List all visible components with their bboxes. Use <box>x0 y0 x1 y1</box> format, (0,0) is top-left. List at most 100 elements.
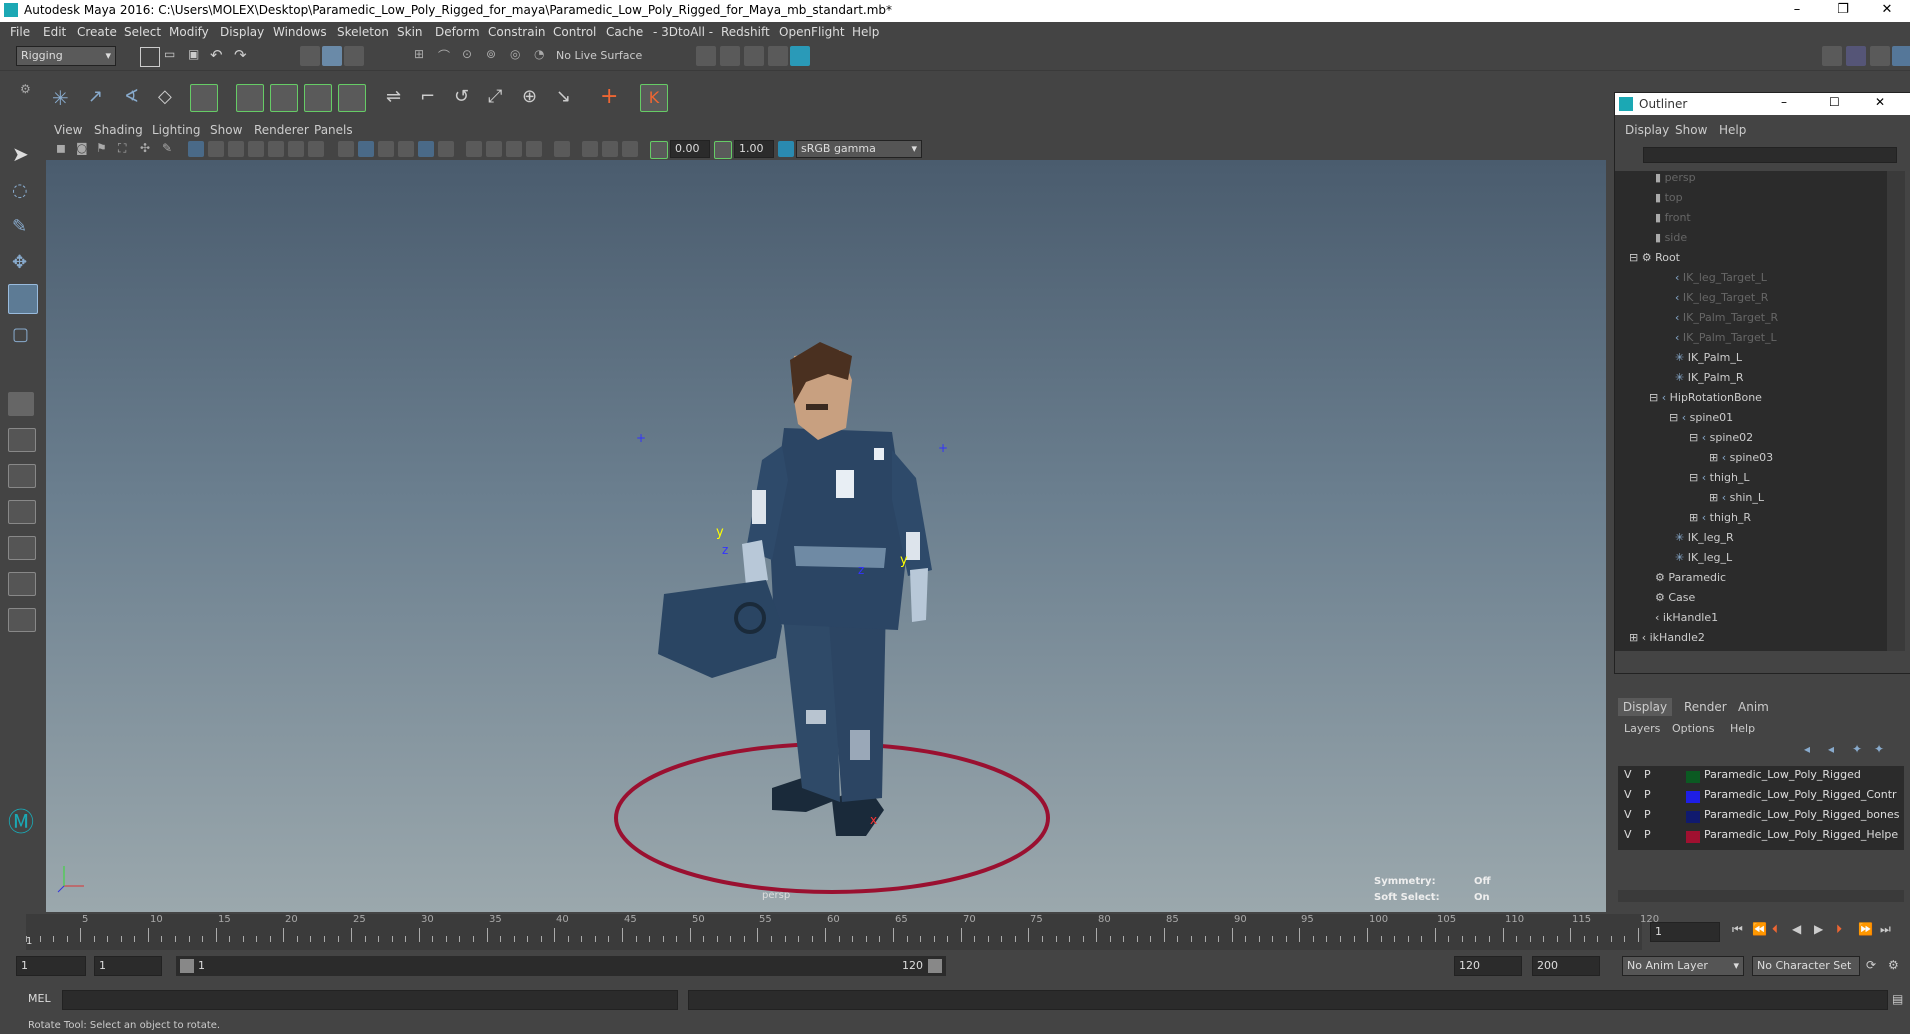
vp-menu-lighting[interactable]: Lighting <box>152 123 201 137</box>
image-plane-icon[interactable]: ⛶ <box>118 141 136 159</box>
go-to-start-icon[interactable]: ⏮ <box>1732 922 1743 937</box>
outliner-item[interactable]: ▮ persp <box>1655 171 1910 191</box>
single-view-icon[interactable] <box>8 392 34 416</box>
time-slider[interactable]: 5 10 15 20 25 30 35 40 45 50 55 60 65 70 75 80 85 90 95 100… <box>0 912 1910 954</box>
outliner-menu-help[interactable]: Help <box>1719 123 1746 137</box>
xray-joints-icon[interactable] <box>582 141 598 157</box>
textured-icon[interactable] <box>398 141 414 157</box>
shelf-options-icon[interactable]: ⚙ <box>20 82 31 96</box>
outliner-item[interactable]: ✳ IK_leg_R <box>1675 531 1910 551</box>
collapse-icon[interactable]: ⊟ <box>1689 471 1702 484</box>
anim-layer-dropdown[interactable]: No Anim Layer ▾ <box>1622 956 1744 976</box>
aim-constraint-icon[interactable]: ⊕ <box>522 86 540 107</box>
expand-icon[interactable]: ⊞ <box>1629 631 1642 644</box>
persp-hypershade-icon[interactable] <box>8 572 36 596</box>
go-to-end-icon[interactable]: ⏭ <box>1880 922 1891 937</box>
pole-vector-icon[interactable]: ↘ <box>556 86 574 107</box>
safe-title-icon[interactable] <box>308 141 324 157</box>
key-icon[interactable]: K <box>640 84 668 112</box>
select-object-icon[interactable] <box>322 46 342 66</box>
menu-file[interactable]: File <box>10 25 30 39</box>
lattice-icon[interactable] <box>236 84 264 112</box>
outliner-item[interactable]: ‹ IK_Palm_Target_R <box>1675 311 1910 331</box>
select-component-icon[interactable] <box>344 46 364 66</box>
move-layer-up-icon[interactable]: ◂ <box>1804 742 1810 756</box>
modeling-toolkit-icon[interactable] <box>1822 46 1842 66</box>
select-hierarchy-icon[interactable] <box>300 46 320 66</box>
menu-create[interactable]: Create <box>77 25 117 39</box>
outliner-item[interactable]: ✳ IK_Palm_R <box>1675 371 1910 391</box>
select-tool-icon[interactable]: ➤ <box>12 142 30 166</box>
layers-menu-options[interactable]: Options <box>1672 722 1714 735</box>
isolate-select-icon[interactable] <box>554 141 570 157</box>
move-layer-down-icon[interactable]: ◂ <box>1828 742 1834 756</box>
layer-color-swatch[interactable] <box>1686 811 1700 823</box>
layer-row[interactable]: V P Paramedic_Low_Poly_Rigged_bones <box>1624 808 1910 828</box>
close-button[interactable]: ✕ <box>1864 0 1910 22</box>
outliner-minimize-button[interactable]: – <box>1781 95 1787 109</box>
move-tool-icon[interactable]: ✥ <box>12 252 30 273</box>
outliner-item[interactable]: ⊞ ‹ ikHandle2 <box>1629 631 1899 651</box>
menuset-dropdown[interactable]: Rigging ▾ <box>16 46 116 66</box>
depth-peeling-icon[interactable] <box>622 141 638 157</box>
tab-anim[interactable]: Anim <box>1738 700 1769 714</box>
scale-tool-icon[interactable]: ▢ <box>12 324 30 345</box>
outliner-item[interactable]: ▮ side <box>1655 231 1910 251</box>
collapse-icon[interactable]: ⊟ <box>1629 251 1642 264</box>
outliner-item[interactable]: ▮ front <box>1655 211 1910 231</box>
snap-surface-icon[interactable]: ◎ <box>510 47 528 65</box>
bind-skin-icon[interactable] <box>190 84 218 112</box>
outliner-search-input[interactable] <box>1643 147 1897 163</box>
menu-skin[interactable]: Skin <box>397 25 423 39</box>
point-constraint-icon[interactable]: ⌐ <box>420 86 438 107</box>
range-end-handle[interactable] <box>928 959 942 973</box>
outliner-item[interactable]: ⊟ ‹ spine01 <box>1669 411 1910 431</box>
layer-color-swatch[interactable] <box>1686 771 1700 783</box>
outliner-scrollbar[interactable] <box>1887 171 1905 651</box>
layers-menu-layers[interactable]: Layers <box>1624 722 1660 735</box>
outliner-item[interactable]: ⊟ ‹ spine02 <box>1689 431 1910 451</box>
ik-handle-icon[interactable]: ↗ <box>88 86 106 107</box>
menu-constrain[interactable]: Constrain <box>488 25 546 39</box>
snap-edge-icon[interactable]: ◔ <box>534 47 552 65</box>
viewport-persp[interactable]: y z y z x + + persp Symmetry: Off Soft S… <box>46 160 1606 912</box>
collapse-icon[interactable]: ⊟ <box>1689 431 1702 444</box>
orient-constraint-icon[interactable]: ↺ <box>454 86 472 107</box>
wireframe-on-shaded-icon[interactable] <box>378 141 394 157</box>
smooth-shade-icon[interactable] <box>358 141 374 157</box>
persp-graph-icon[interactable] <box>8 500 36 524</box>
cluster-icon[interactable] <box>270 84 298 112</box>
outliner-item[interactable]: ⊞ ‹ spine03 <box>1709 451 1910 471</box>
film-gate-icon[interactable] <box>208 141 224 157</box>
expand-icon[interactable]: ⊞ <box>1689 511 1702 524</box>
redshift-icon[interactable] <box>790 46 810 66</box>
menu-redshift[interactable]: Redshift <box>721 25 770 39</box>
outliner-item[interactable]: ▮ top <box>1655 191 1910 211</box>
layer-playback-toggle[interactable]: P <box>1644 828 1651 841</box>
create-joint-icon[interactable]: ✳ <box>52 86 70 110</box>
restore-button[interactable]: ❐ <box>1820 0 1866 22</box>
command-input[interactable] <box>62 990 678 1010</box>
animation-start-field[interactable]: 1 <box>16 956 86 976</box>
wire-icon[interactable] <box>338 84 366 112</box>
script-language-toggle[interactable]: MEL <box>28 992 51 1005</box>
vp-menu-renderer[interactable]: Renderer <box>254 123 309 137</box>
layer-playback-toggle[interactable]: P <box>1644 808 1651 821</box>
play-backwards-icon[interactable]: ◀ <box>1792 922 1801 936</box>
render-settings-icon[interactable] <box>744 46 764 66</box>
menu-select[interactable]: Select <box>124 25 161 39</box>
snap-view-icon[interactable]: ⊚ <box>486 47 504 65</box>
snap-point-icon[interactable]: ⊙ <box>462 47 480 65</box>
save-scene-icon[interactable]: ▣ <box>188 47 206 65</box>
use-all-lights-icon[interactable] <box>438 141 454 157</box>
grid-toggle-icon[interactable] <box>188 141 204 157</box>
menu-skeleton[interactable]: Skeleton <box>337 25 389 39</box>
current-frame-field[interactable]: 1 <box>1650 922 1720 942</box>
xray-icon[interactable] <box>418 141 434 157</box>
outliner-item[interactable]: ‹ IK_leg_Target_R <box>1675 291 1910 311</box>
field-chart-icon[interactable] <box>268 141 284 157</box>
menu-deform[interactable]: Deform <box>435 25 480 39</box>
camera-select-icon[interactable]: ◼ <box>56 141 74 159</box>
vp-menu-shading[interactable]: Shading <box>94 123 143 137</box>
medical-case[interactable] <box>658 580 782 678</box>
